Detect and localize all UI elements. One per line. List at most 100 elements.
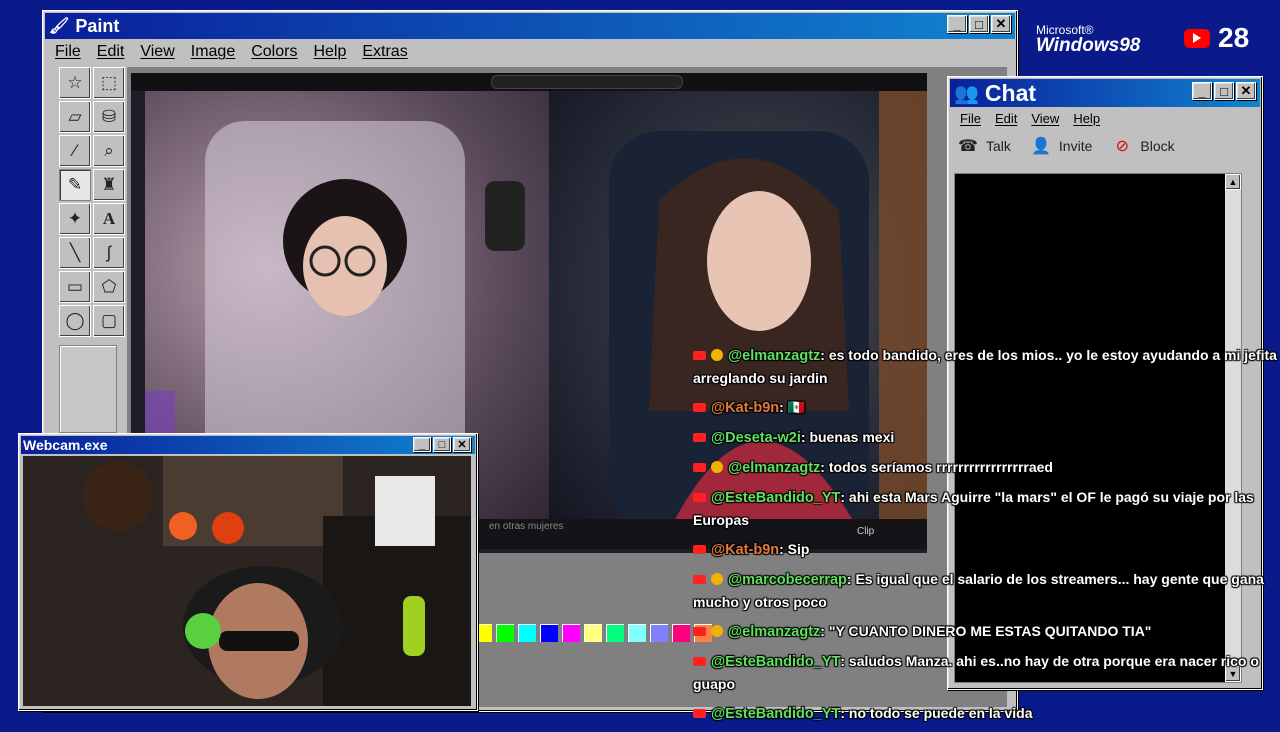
menu-colors[interactable]: Colors (251, 43, 297, 61)
palette-swatch[interactable] (649, 623, 669, 643)
menu-extras[interactable]: Extras (362, 43, 407, 61)
chat-message: @elmanzagtz: es todo bandido, eres de lo… (693, 344, 1280, 389)
close-button[interactable]: ✕ (453, 437, 471, 452)
color-palette (473, 623, 715, 643)
palette-swatch[interactable] (627, 623, 647, 643)
close-button[interactable]: ✕ (1236, 82, 1256, 100)
palette-swatch[interactable] (495, 623, 515, 643)
webcam-titlebar[interactable]: Webcam.exe _ □ ✕ (21, 436, 475, 454)
member-badge-icon (711, 625, 723, 637)
chat-text: : todos seríamos rrrrrrrrrrrrrrrrraed (820, 459, 1053, 475)
paint-menubar: File Edit View Image Colors Help Extras (47, 41, 1013, 63)
chat-message: @marcobecerrap: Es igual que el salario … (693, 568, 1280, 613)
chat-titlebar[interactable]: 👥 Chat _ □ ✕ (950, 79, 1260, 107)
youtube-icon (693, 463, 706, 472)
line-icon[interactable]: ╲ (59, 237, 91, 269)
minimize-button[interactable]: _ (413, 437, 431, 452)
palette-swatch[interactable] (517, 623, 537, 643)
scroll-up-arrow-icon[interactable]: ▲ (1225, 174, 1241, 190)
text-tool-icon[interactable]: A (93, 203, 125, 235)
youtube-icon (693, 657, 706, 666)
windows98-logo: Microsoft® Windows98 (1036, 24, 1140, 55)
chat-author[interactable]: @Kat-b9n (711, 542, 779, 558)
menu-help[interactable]: Help (1073, 111, 1100, 126)
palette-swatch[interactable] (583, 623, 603, 643)
phone-icon: ☎ (958, 138, 978, 155)
live-chat-overlay: @elmanzagtz: es todo bandido, eres de lo… (693, 344, 1280, 732)
palette-swatch[interactable] (605, 623, 625, 643)
talk-label: Talk (986, 138, 1011, 154)
free-select-icon[interactable]: ☆ (59, 67, 91, 99)
chat-message: @Kat-b9n: 🇲🇽 (693, 396, 1280, 419)
chat-message: @EsteBandido_YT: no todo se puede en la … (693, 702, 1280, 725)
block-button[interactable]: ⊘ Block (1110, 135, 1175, 157)
youtube-icon (693, 709, 706, 718)
webcam-window: Webcam.exe _ □ ✕ (18, 433, 478, 711)
menu-file[interactable]: File (960, 111, 981, 126)
menu-view[interactable]: View (140, 43, 174, 61)
menu-edit[interactable]: Edit (995, 111, 1017, 126)
youtube-icon (693, 575, 706, 584)
invite-button[interactable]: 👤 Invite (1029, 135, 1092, 157)
talk-button[interactable]: ☎ Talk (956, 135, 1011, 157)
palette-swatch[interactable] (561, 623, 581, 643)
chat-author[interactable]: @EsteBandido_YT (711, 490, 840, 506)
eraser-icon[interactable]: ▱ (59, 101, 91, 133)
maximize-button[interactable]: □ (969, 15, 989, 33)
youtube-icon (1184, 28, 1210, 48)
chat-author[interactable]: @elmanzagtz (728, 348, 820, 364)
ellipse-icon[interactable]: ◯ (59, 305, 91, 337)
menu-file[interactable]: File (55, 43, 81, 61)
magnifier-icon[interactable]: ⌕ (93, 135, 125, 167)
chat-author[interactable]: @EsteBandido_YT (711, 654, 840, 670)
video-search-bar (491, 75, 683, 89)
rounded-rect-icon[interactable]: ▢ (93, 305, 125, 337)
user-invite-icon: 👤 (1030, 138, 1051, 155)
rect-select-icon[interactable]: ⬚ (93, 67, 125, 99)
fill-bucket-icon[interactable]: ⛁ (93, 101, 125, 133)
color-picker-icon[interactable]: ⁄ (59, 135, 91, 167)
paint-titlebar[interactable]: 🖌 Paint _ □ ✕ (45, 13, 1015, 39)
chat-message: @elmanzagtz: todos seríamos rrrrrrrrrrrr… (693, 456, 1280, 479)
block-label: Block (1140, 138, 1175, 154)
menu-view[interactable]: View (1031, 111, 1059, 126)
menu-edit[interactable]: Edit (97, 43, 125, 61)
chat-author[interactable]: @elmanzagtz (728, 624, 820, 640)
youtube-icon (693, 493, 706, 502)
chat-message: @EsteBandido_YT: ahi esta Mars Aguirre "… (693, 486, 1280, 531)
maximize-button[interactable]: □ (1214, 82, 1234, 100)
chat-text: : Sip (779, 541, 810, 557)
chat-author[interactable]: @Kat-b9n (711, 400, 779, 416)
video-topbar (131, 73, 927, 91)
chat-app-icon: 👥 (954, 82, 979, 105)
chat-author[interactable]: @elmanzagtz (728, 460, 820, 476)
maximize-button[interactable]: □ (433, 437, 451, 452)
brush-icon[interactable]: ♜ (93, 169, 125, 201)
viewer-count: 28 (1218, 22, 1250, 53)
palette-swatch[interactable] (539, 623, 559, 643)
chat-author[interactable]: @marcobecerrap (728, 572, 847, 588)
palette-swatch[interactable] (671, 623, 691, 643)
paint-app-icon: 🖌 (49, 18, 70, 35)
minimize-button[interactable]: _ (1192, 82, 1212, 100)
webcam-title: Webcam.exe (23, 437, 108, 453)
tool-options-panel (59, 345, 117, 433)
youtube-icon (693, 433, 706, 442)
youtube-icon (693, 627, 706, 636)
close-button[interactable]: ✕ (991, 15, 1011, 33)
minimize-button[interactable]: _ (947, 15, 967, 33)
menu-image[interactable]: Image (191, 43, 235, 61)
polygon-icon[interactable]: ⬠ (93, 271, 125, 303)
youtube-viewer-badge: 28 (1184, 22, 1249, 54)
webcam-scene (23, 456, 471, 706)
paint-toolbox: ☆ ⬚ ▱ ⛁ ⁄ ⌕ ✎ ♜ ✦ A ╲ ∫ ▭ ⬠ ◯ ▢ (51, 67, 125, 437)
pencil-icon[interactable]: ✎ (59, 169, 91, 201)
windows98-label: Windows98 (1036, 35, 1141, 56)
chat-author[interactable]: @Deseta-w2i (711, 430, 801, 446)
airbrush-icon[interactable]: ✦ (59, 203, 91, 235)
rectangle-icon[interactable]: ▭ (59, 271, 91, 303)
member-badge-icon (711, 349, 723, 361)
paint-title: Paint (75, 15, 120, 36)
curve-icon[interactable]: ∫ (93, 237, 125, 269)
menu-help[interactable]: Help (313, 43, 346, 61)
